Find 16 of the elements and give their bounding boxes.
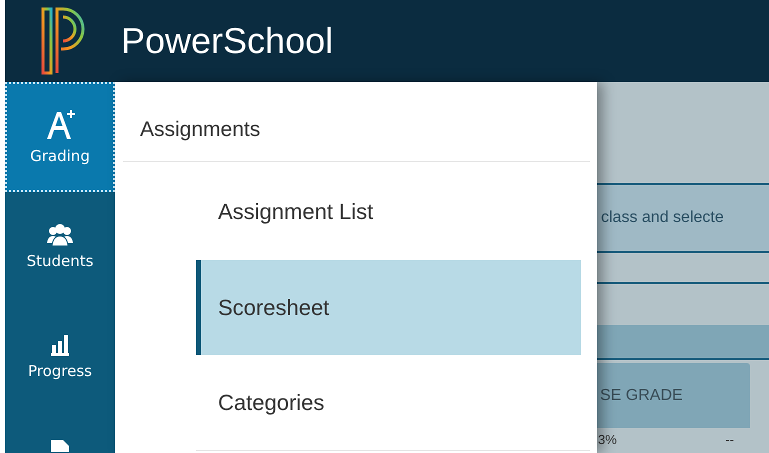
nav-item[interactable]: Progress: [5, 302, 115, 412]
nav-item[interactable]: Grading: [5, 82, 115, 192]
brand-name: PowerSchool: [121, 20, 334, 62]
people-icon: [47, 224, 73, 246]
notice-text: class and selecte: [601, 209, 724, 226]
menu-item[interactable]: Assignment List: [196, 162, 581, 260]
document-icon: [49, 440, 71, 452]
grade-icon: [45, 109, 75, 141]
nav-item[interactable]: Students: [5, 192, 115, 302]
menu-title: Assignments: [123, 82, 590, 162]
menu-item[interactable]: Scoresheet: [196, 260, 581, 355]
chart-icon: [50, 334, 70, 356]
table-cell-text: --: [725, 432, 734, 449]
menu-item[interactable]: Categories: [196, 355, 581, 450]
table-cell-text: 3%: [598, 432, 617, 449]
column-header: SE GRADE: [599, 386, 683, 406]
